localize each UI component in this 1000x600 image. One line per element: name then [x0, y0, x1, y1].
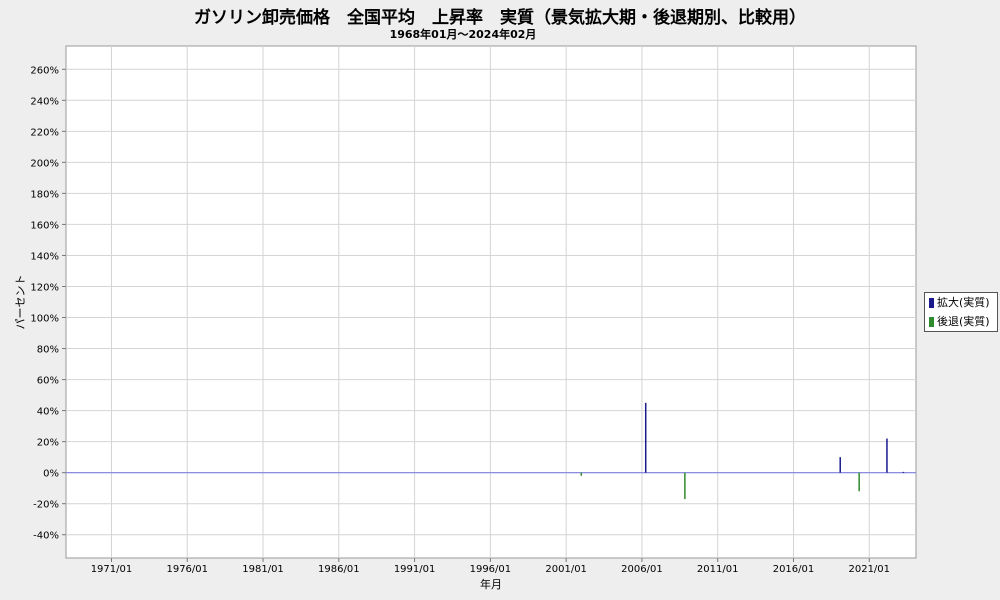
y-tick-label: -40% — [33, 531, 59, 542]
bar-expansion — [644, 402, 647, 473]
legend-label-expansion: 拡大(実質) — [937, 296, 990, 309]
x-axis-ticks: 1971/01 1976/01 1981/01 1986/01 1991/01 1996/… — [91, 558, 890, 575]
legend-label-recession: 後退(実質) — [937, 315, 990, 328]
bar-recession — [858, 472, 860, 492]
y-tick-label: 40% — [37, 407, 59, 418]
y-tick-label: 100% — [30, 314, 59, 325]
x-tick-label: 1991/01 — [394, 564, 436, 575]
legend: 拡大(実質) 後退(実質) — [924, 292, 998, 332]
y-tick-label: 120% — [30, 282, 59, 293]
x-tick-label: 1986/01 — [318, 564, 360, 575]
y-tick-label: 200% — [30, 158, 59, 169]
y-tick-label: 0% — [43, 469, 59, 480]
y-axis-label: パーセント — [14, 275, 27, 330]
bar-expansion — [902, 471, 905, 473]
x-tick-label: 2006/01 — [621, 564, 663, 575]
x-tick-label: 1981/01 — [242, 564, 284, 575]
legend-swatch-recession — [929, 317, 934, 327]
bar-expansion — [886, 438, 888, 473]
x-tick-label: 1996/01 — [470, 564, 512, 575]
bar-recession — [580, 472, 583, 476]
chart-canvas: -40% -20% 0% 20% 40% 60% 80% 100% 120% 140% 160% 18… — [14, 45, 917, 591]
legend-item-recession: 後退(実質) — [929, 314, 990, 330]
x-tick-label: 2016/01 — [773, 564, 815, 575]
y-tick-label: 20% — [37, 438, 59, 449]
x-tick-label: 1976/01 — [166, 564, 208, 575]
y-tick-label: 160% — [30, 220, 59, 231]
y-axis-ticks: -40% -20% 0% 20% 40% 60% 80% 100% 120% 140% 160% 18… — [30, 65, 66, 542]
y-tick-label: 260% — [30, 65, 59, 76]
x-tick-label: 1971/01 — [91, 564, 133, 575]
y-tick-label: 60% — [37, 376, 59, 387]
bar-recession — [684, 472, 686, 500]
x-axis-label: 年月 — [480, 577, 502, 591]
y-tick-label: 220% — [30, 127, 59, 138]
y-tick-label: 180% — [30, 189, 59, 200]
y-tick-label: 240% — [30, 96, 59, 107]
plot-area — [65, 45, 917, 559]
y-tick-label: 80% — [37, 345, 59, 356]
x-tick-label: 2021/01 — [848, 564, 890, 575]
y-tick-label: -20% — [33, 500, 59, 511]
legend-swatch-expansion — [929, 298, 934, 308]
x-tick-label: 2011/01 — [697, 564, 739, 575]
legend-item-expansion: 拡大(実質) — [929, 295, 990, 311]
bar-expansion — [839, 457, 841, 473]
x-tick-label: 2001/01 — [545, 564, 587, 575]
y-tick-label: 140% — [30, 251, 59, 262]
